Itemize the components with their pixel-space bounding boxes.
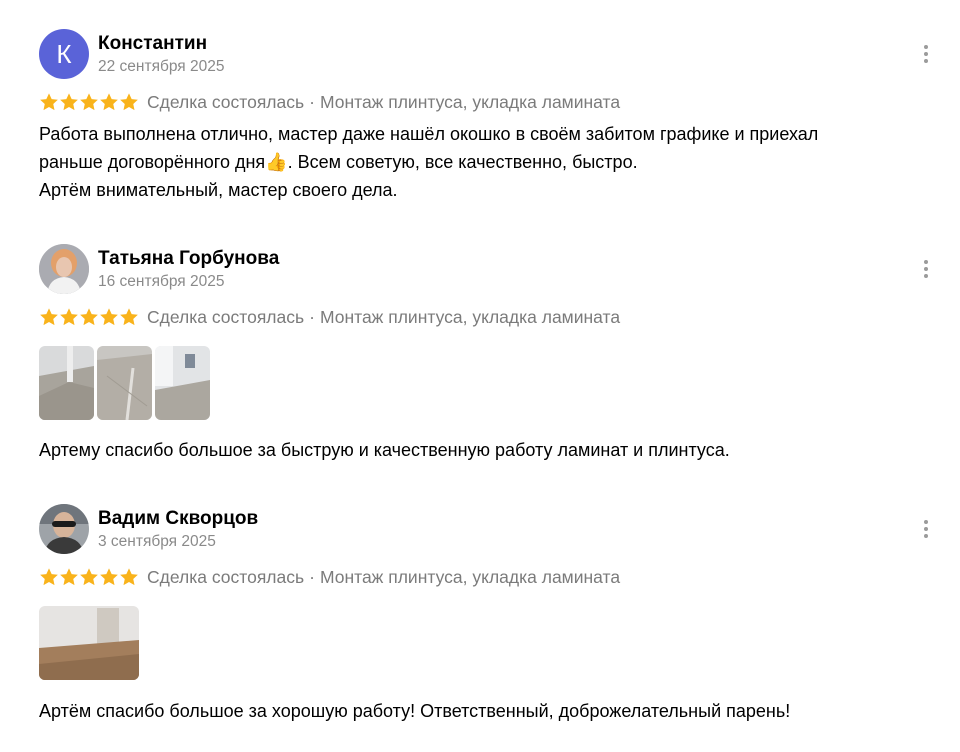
star-icon <box>100 308 118 326</box>
floor-photo <box>97 346 152 420</box>
review-photos <box>39 346 210 420</box>
service-name: Монтаж плинтуса, укладка ламината <box>319 566 621 587</box>
star-icon <box>120 308 138 326</box>
star-icon <box>80 568 98 586</box>
floor-photo <box>155 346 210 420</box>
star-icon <box>40 568 58 586</box>
review-date: 22 сентября 2025 <box>98 58 225 75</box>
star-icon <box>100 568 118 586</box>
rating-row: Сделка состоялась · Монтаж плинтуса, укл… <box>39 91 620 113</box>
service-name: Монтаж плинтуса, укладка ламината <box>319 91 621 112</box>
review-text: Артём спасибо большое за хорошую работу!… <box>39 701 791 721</box>
deal-status: Сделка состоялась <box>147 91 305 112</box>
star-icon <box>60 93 78 111</box>
star-rating <box>39 567 139 587</box>
meta-separator: · <box>309 91 315 112</box>
review-photo[interactable] <box>97 346 152 420</box>
review-menu-button[interactable] <box>917 41 935 67</box>
floor-photo <box>39 346 94 420</box>
review-author[interactable]: Константин <box>98 33 207 55</box>
review-menu-button[interactable] <box>917 256 935 282</box>
star-icon <box>120 568 138 586</box>
star-icon <box>120 93 138 111</box>
star-rating <box>39 307 139 327</box>
star-icon <box>40 308 58 326</box>
star-icon <box>60 568 78 586</box>
avatar[interactable] <box>39 504 89 554</box>
review-photo[interactable] <box>155 346 210 420</box>
avatar[interactable]: К <box>39 29 89 79</box>
user-photo-icon <box>39 244 89 294</box>
more-vertical-icon <box>924 260 928 264</box>
star-rating <box>39 92 139 112</box>
review-date: 16 сентября 2025 <box>98 273 225 290</box>
review-text: Работа выполнена отлично, мастер даже на… <box>39 120 919 204</box>
review-photos <box>39 606 139 680</box>
user-photo-icon <box>39 504 89 554</box>
star-icon <box>40 93 58 111</box>
avatar[interactable] <box>39 244 89 294</box>
review-text: Артему спасибо большое за быструю и каче… <box>39 440 730 460</box>
star-icon <box>80 93 98 111</box>
review-author[interactable]: Татьяна Горбунова <box>98 248 279 270</box>
review-photo[interactable] <box>39 606 139 680</box>
more-vertical-icon <box>924 45 928 49</box>
meta-separator: · <box>309 566 315 587</box>
more-vertical-icon <box>924 520 928 524</box>
review-date: 3 сентября 2025 <box>98 533 216 550</box>
star-icon <box>60 308 78 326</box>
review-photo[interactable] <box>39 346 94 420</box>
review-menu-button[interactable] <box>917 516 935 542</box>
review-author[interactable]: Вадим Скворцов <box>98 508 258 530</box>
thumbs-up-icon: 👍 <box>265 152 288 172</box>
deal-status: Сделка состоялась <box>147 566 305 587</box>
meta-separator: · <box>309 306 315 327</box>
star-icon <box>80 308 98 326</box>
floor-photo <box>39 606 139 680</box>
rating-row: Сделка состоялась · Монтаж плинтуса, укл… <box>39 566 620 588</box>
service-name: Монтаж плинтуса, укладка ламината <box>319 306 621 327</box>
deal-status: Сделка состоялась <box>147 306 305 327</box>
rating-row: Сделка состоялась · Монтаж плинтуса, укл… <box>39 306 620 328</box>
star-icon <box>100 93 118 111</box>
